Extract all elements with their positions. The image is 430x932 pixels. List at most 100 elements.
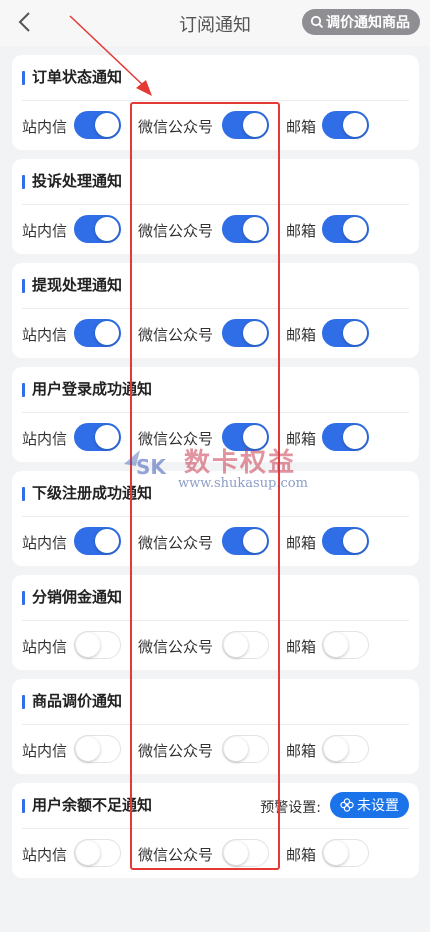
wechat-toggle[interactable] <box>222 631 269 659</box>
notification-card: 提现处理通知 站内信 微信公众号 邮箱 <box>12 263 419 358</box>
notification-card: 商品调价通知 站内信 微信公众号 邮箱 <box>12 679 419 774</box>
email-toggle[interactable] <box>322 319 369 347</box>
toggle-knob <box>343 321 367 345</box>
wechat-channel-label: 微信公众号 <box>138 534 214 552</box>
wechat-channel-label: 微信公众号 <box>138 222 214 240</box>
toggle-knob <box>343 113 367 137</box>
notification-card: 下级注册成功通知 站内信 微信公众号 邮箱 <box>12 471 419 566</box>
email-channel-label: 邮箱 <box>286 846 317 864</box>
card-divider <box>22 100 409 101</box>
email-channel-label: 邮箱 <box>286 638 317 656</box>
wechat-channel-label: 微信公众号 <box>138 430 214 448</box>
notification-card: 订单状态通知 站内信 微信公众号 邮箱 <box>12 55 419 150</box>
warning-setting-button[interactable]: 未设置 <box>330 792 409 818</box>
toggle-knob <box>243 321 267 345</box>
toggle-knob <box>343 217 367 241</box>
site-channel-label: 站内信 <box>22 534 68 552</box>
card-divider <box>22 516 409 517</box>
email-toggle[interactable] <box>322 631 369 659</box>
card-title: 用户余额不足通知 <box>22 795 152 815</box>
site-channel-label: 站内信 <box>22 742 68 760</box>
wechat-toggle[interactable] <box>222 423 269 451</box>
wechat-channel-label: 微信公众号 <box>138 846 214 864</box>
site-toggle[interactable] <box>74 839 121 867</box>
email-toggle[interactable] <box>322 527 369 555</box>
email-channel-label: 邮箱 <box>286 326 317 344</box>
email-toggle[interactable] <box>322 735 369 763</box>
email-channel-label: 邮箱 <box>286 430 317 448</box>
card-divider <box>22 828 409 829</box>
wechat-channel-label: 微信公众号 <box>138 638 214 656</box>
site-toggle[interactable] <box>74 735 121 763</box>
toggle-knob <box>76 633 100 657</box>
card-divider <box>22 724 409 725</box>
site-channel-label: 站内信 <box>22 222 68 240</box>
price-notify-products-label: 调价通知商品 <box>326 15 410 31</box>
notification-card: 投诉处理通知 站内信 微信公众号 邮箱 <box>12 159 419 254</box>
email-toggle[interactable] <box>322 423 369 451</box>
site-channel-label: 站内信 <box>22 118 68 136</box>
site-toggle[interactable] <box>74 111 121 139</box>
wechat-channel-label: 微信公众号 <box>138 742 214 760</box>
site-channel-label: 站内信 <box>22 430 68 448</box>
toggle-knob <box>324 841 348 865</box>
toggle-knob <box>243 113 267 137</box>
email-toggle[interactable] <box>322 111 369 139</box>
toggle-knob <box>95 529 119 553</box>
card-title: 投诉处理通知 <box>22 171 122 191</box>
header: 订阅通知 调价通知商品 <box>0 0 430 46</box>
email-toggle[interactable] <box>322 215 369 243</box>
site-channel-label: 站内信 <box>22 846 68 864</box>
notification-card: 用户登录成功通知 站内信 微信公众号 邮箱 <box>12 367 419 462</box>
toggle-knob <box>76 737 100 761</box>
toggle-knob <box>95 321 119 345</box>
site-toggle[interactable] <box>74 631 121 659</box>
toggle-knob <box>224 633 248 657</box>
site-toggle[interactable] <box>74 319 121 347</box>
card-divider <box>22 412 409 413</box>
site-toggle[interactable] <box>74 423 121 451</box>
site-channel-label: 站内信 <box>22 638 68 656</box>
wechat-toggle[interactable] <box>222 215 269 243</box>
site-channel-label: 站内信 <box>22 326 68 344</box>
card-title: 用户登录成功通知 <box>22 379 152 399</box>
wechat-toggle[interactable] <box>222 839 269 867</box>
notification-card: 分销佣金通知 站内信 微信公众号 邮箱 <box>12 575 419 670</box>
toggle-knob <box>95 217 119 241</box>
card-title: 商品调价通知 <box>22 691 122 711</box>
channel-row: 站内信 微信公众号 邮箱 <box>12 422 419 454</box>
channel-row: 站内信 微信公众号 邮箱 <box>12 734 419 766</box>
wechat-toggle[interactable] <box>222 527 269 555</box>
wechat-toggle[interactable] <box>222 111 269 139</box>
channel-row: 站内信 微信公众号 邮箱 <box>12 526 419 558</box>
channel-row: 站内信 微信公众号 邮箱 <box>12 318 419 350</box>
channel-row: 站内信 微信公众号 邮箱 <box>12 110 419 142</box>
site-toggle[interactable] <box>74 215 121 243</box>
email-channel-label: 邮箱 <box>286 222 317 240</box>
card-divider <box>22 308 409 309</box>
toggle-knob <box>95 425 119 449</box>
card-title: 提现处理通知 <box>22 275 122 295</box>
wechat-toggle[interactable] <box>222 319 269 347</box>
site-toggle[interactable] <box>74 527 121 555</box>
warning-setting-label: 预警设置: <box>260 800 321 816</box>
toggle-knob <box>324 633 348 657</box>
search-icon <box>310 15 324 29</box>
price-notify-products-button[interactable]: 调价通知商品 <box>302 9 420 35</box>
notification-card: 用户余额不足通知 预警设置: 未设置站内信 微信公众号 邮箱 <box>12 783 419 878</box>
toggle-knob <box>243 425 267 449</box>
toggle-knob <box>76 841 100 865</box>
card-title: 分销佣金通知 <box>22 587 122 607</box>
card-title: 下级注册成功通知 <box>22 483 152 503</box>
email-channel-label: 邮箱 <box>286 742 317 760</box>
toggle-knob <box>343 529 367 553</box>
flower-icon <box>340 798 354 812</box>
warning-setting-button-label: 未设置 <box>357 798 399 814</box>
email-channel-label: 邮箱 <box>286 118 317 136</box>
toggle-knob <box>224 841 248 865</box>
wechat-channel-label: 微信公众号 <box>138 326 214 344</box>
channel-row: 站内信 微信公众号 邮箱 <box>12 630 419 662</box>
wechat-toggle[interactable] <box>222 735 269 763</box>
email-toggle[interactable] <box>322 839 369 867</box>
toggle-knob <box>324 737 348 761</box>
